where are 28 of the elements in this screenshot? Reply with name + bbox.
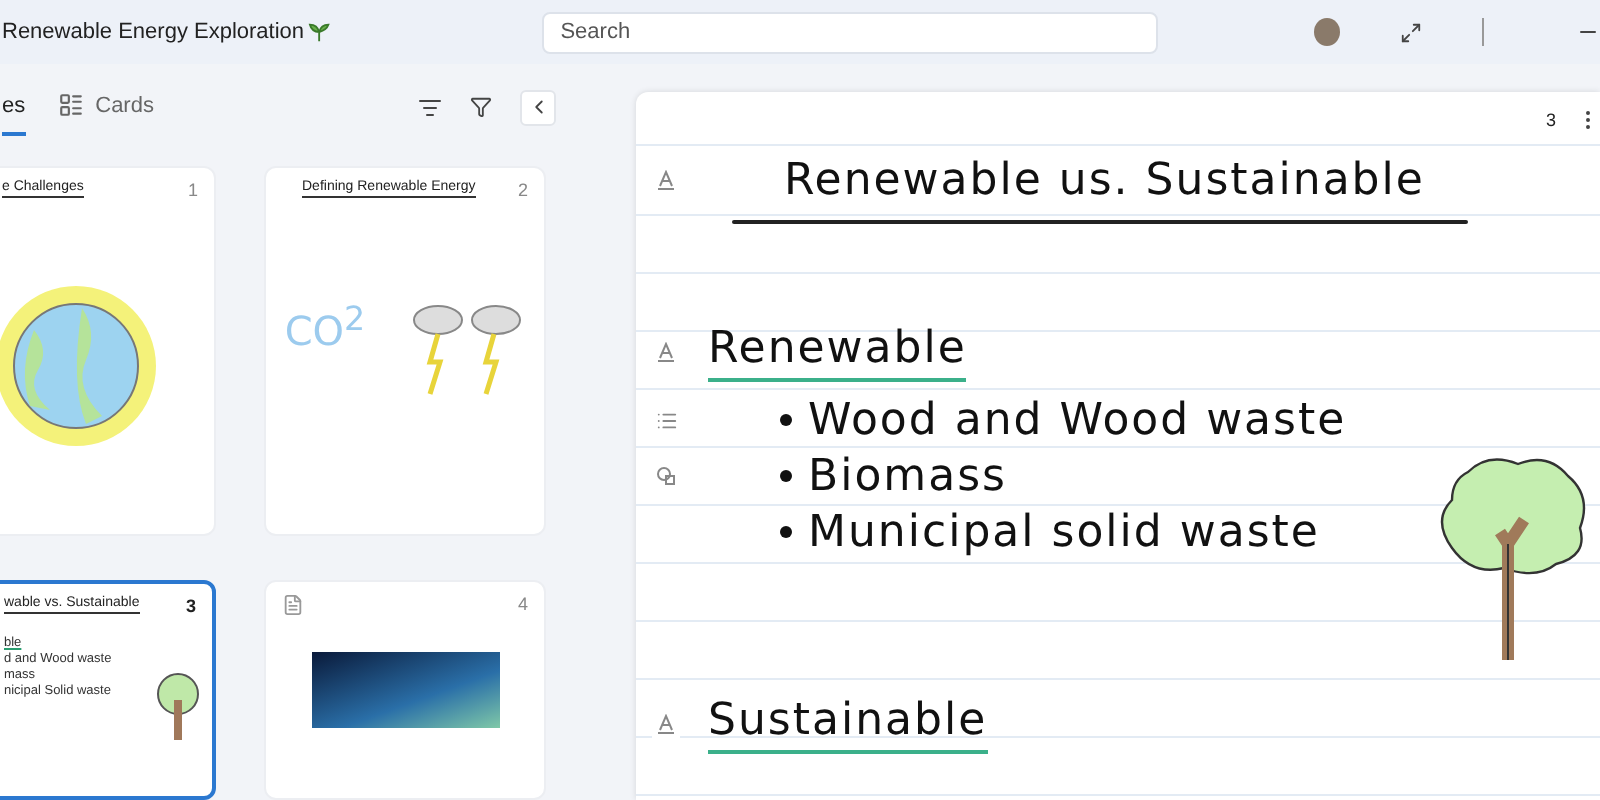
tab[interactable]: es <box>2 79 26 135</box>
page-card[interactable]: 4 <box>264 580 546 800</box>
tree-drawing <box>156 672 200 740</box>
avatar[interactable] <box>1314 18 1341 46</box>
pdf-icon <box>282 594 304 616</box>
search-field[interactable]: Search <box>542 11 1159 53</box>
card-number: 2 <box>517 180 528 200</box>
bullet-icon <box>780 526 792 538</box>
seedling-icon <box>308 20 331 44</box>
page-number: 3 <box>1545 110 1556 130</box>
collapse-button[interactable] <box>520 89 556 125</box>
tab[interactable]: Cards <box>57 79 154 135</box>
card-number: 3 <box>185 596 196 616</box>
handwritten-label: CO$^{2}$ <box>284 300 366 356</box>
filter-icon[interactable] <box>418 95 442 119</box>
notebook-title: Renewable Energy Exploration <box>2 20 305 44</box>
handwritten-heading: Sustainable <box>708 695 988 753</box>
handwritten-heading: Renewable <box>708 323 967 381</box>
card-number: 1 <box>187 180 198 200</box>
bullet-icon <box>780 470 792 482</box>
expand-icon[interactable] <box>1400 21 1423 43</box>
bullet-icon <box>780 414 792 426</box>
handwritten-item: Municipal solid waste <box>808 507 1320 557</box>
handwritten-item: Biomass <box>808 451 1008 501</box>
card-number: 4 <box>517 594 528 614</box>
cards-icon <box>57 92 84 118</box>
handwritten-title: Renewable us. Sustainable <box>784 155 1425 205</box>
handwritten-item: Wood and Wood waste <box>808 395 1347 445</box>
